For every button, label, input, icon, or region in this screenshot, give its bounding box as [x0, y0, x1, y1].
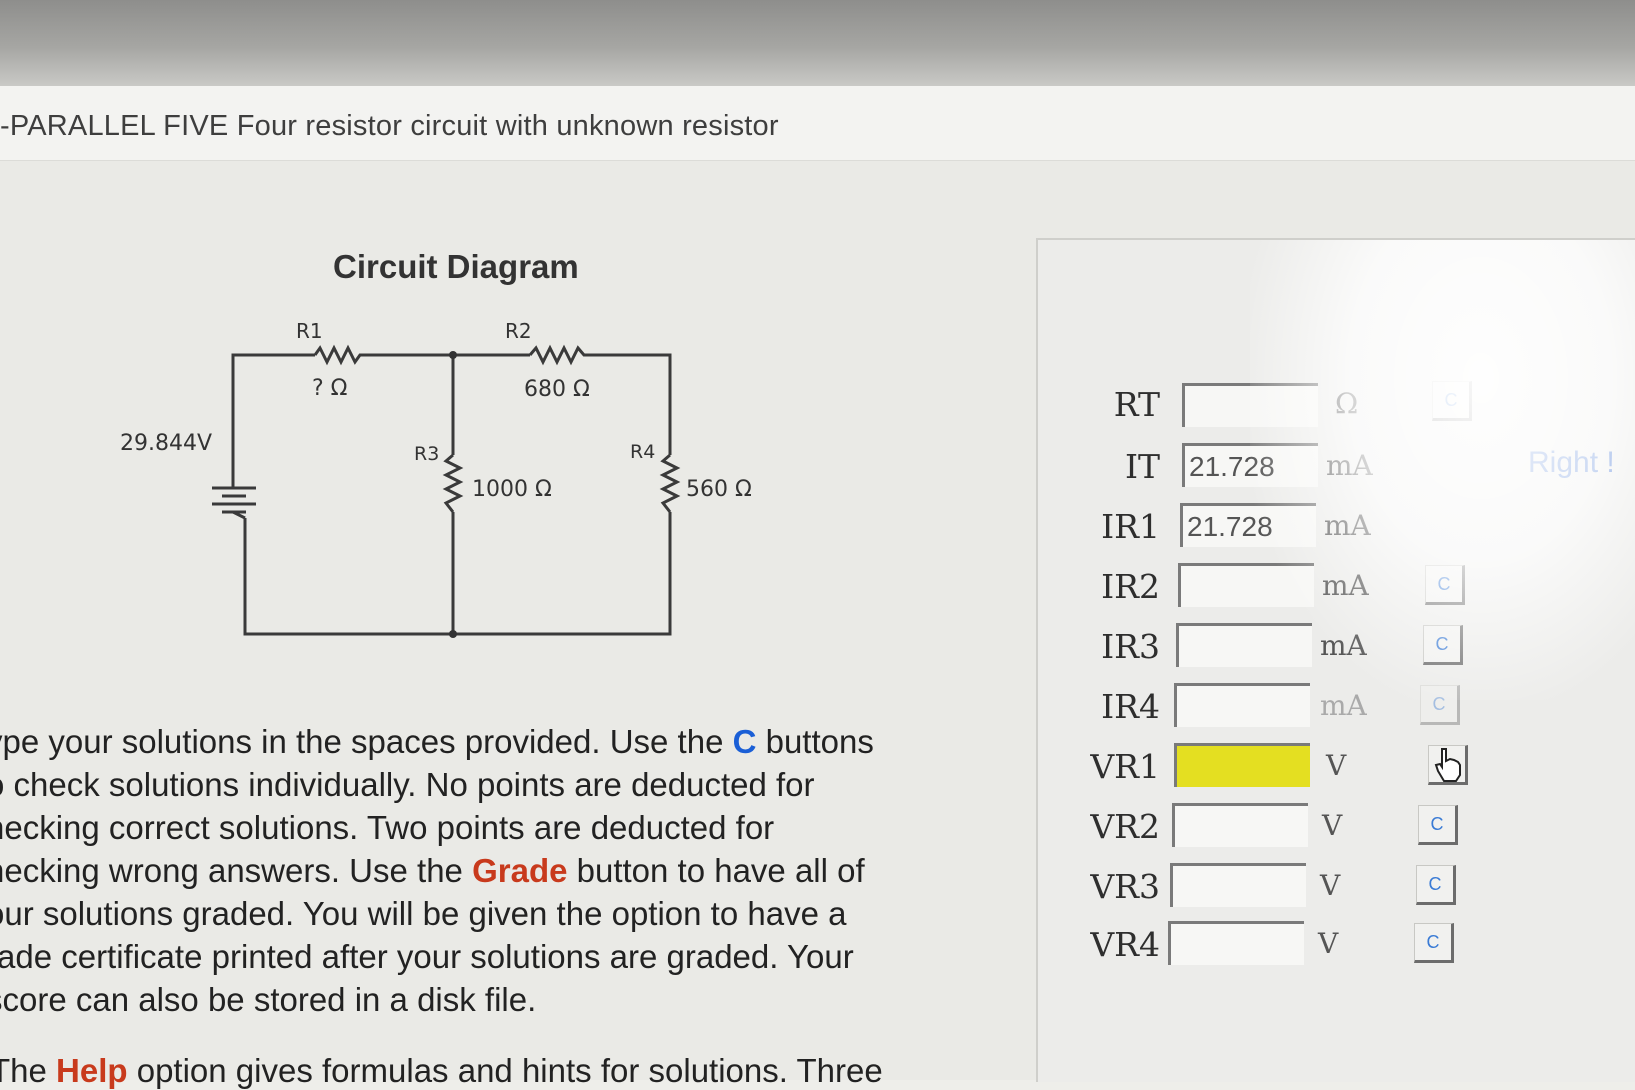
answer-row-ir3: IR3 mA C	[0, 623, 1635, 673]
help-word: Help	[56, 1052, 128, 1089]
help-line-b: option gives formulas and hints for solu…	[127, 1052, 883, 1089]
answer-row-ir4: IR4 mA C	[0, 683, 1635, 733]
check-button-ir3[interactable]: C	[1423, 625, 1463, 665]
unit-label: mA	[1322, 569, 1369, 602]
answer-label: RT	[1113, 385, 1160, 424]
junction-top	[449, 351, 457, 359]
answer-label: VR1	[1090, 747, 1160, 786]
vr2-input[interactable]	[1172, 803, 1308, 847]
it-input[interactable]	[1182, 443, 1318, 487]
unit-label: V	[1322, 809, 1343, 842]
answer-label: IR3	[1101, 627, 1160, 666]
check-button-vr3[interactable]: C	[1416, 865, 1456, 905]
vr1-input[interactable]	[1174, 743, 1310, 787]
check-button-rt[interactable]: C	[1432, 381, 1472, 421]
check-button-vr2[interactable]: C	[1418, 805, 1458, 845]
answer-row-ir2: IR2 mA C	[0, 563, 1635, 613]
instr-line-7: score can also be stored in a disk file.	[0, 981, 537, 1018]
check-button-vr4[interactable]: C	[1414, 923, 1454, 963]
check-button-ir4[interactable]: C	[1420, 685, 1460, 725]
resistor-icon-r2	[528, 344, 590, 366]
help-line-a: The	[0, 1052, 47, 1089]
answer-row-rt: RT Ω C	[0, 381, 1635, 431]
answer-row-vr2: VR2 V C	[0, 803, 1635, 853]
r1-name-label: R1	[296, 319, 323, 343]
answer-label: VR3	[1090, 867, 1160, 906]
resistor-icon-r1	[313, 344, 365, 366]
ir4-input[interactable]	[1174, 683, 1310, 727]
rt-input[interactable]	[1182, 383, 1318, 427]
answer-row-ir1: IR1 mA	[0, 503, 1635, 553]
unit-label: V	[1326, 749, 1347, 782]
unit-label: mA	[1320, 689, 1367, 722]
r2-name-label: R2	[505, 319, 532, 343]
answer-label: IR1	[1101, 507, 1160, 546]
help-line: The Help option gives formulas and hints…	[0, 1052, 883, 1090]
check-button-ir2[interactable]: C	[1425, 565, 1465, 605]
unit-label: mA	[1326, 449, 1373, 482]
monitor-bezel	[0, 0, 1635, 86]
ir3-input[interactable]	[1176, 623, 1312, 667]
unit-label: V	[1320, 869, 1341, 902]
answer-label: IR2	[1101, 567, 1160, 606]
feedback-right-text: Right !	[1528, 446, 1615, 479]
answer-label: VR4	[1090, 925, 1160, 964]
vr4-input[interactable]	[1168, 921, 1304, 965]
answer-row-vr1: VR1 V	[0, 743, 1635, 793]
answer-row-vr3: VR3 V C	[0, 863, 1635, 913]
hand-pointer-icon	[1434, 748, 1461, 782]
unit-label: V	[1318, 927, 1339, 960]
page-title: -PARALLEL FIVE Four resistor circuit wit…	[0, 110, 779, 142]
ir1-input[interactable]	[1180, 503, 1316, 547]
answer-label: IT	[1124, 447, 1160, 486]
answer-row-vr4: VR4 V C	[0, 921, 1635, 971]
unit-label: mA	[1320, 629, 1367, 662]
ir2-input[interactable]	[1178, 563, 1314, 607]
unit-label: Ω	[1335, 387, 1359, 420]
unit-label: mA	[1324, 509, 1371, 542]
answer-row-it: IT mA	[0, 443, 1635, 493]
diagram-title: Circuit Diagram	[333, 248, 579, 285]
vr3-input[interactable]	[1170, 863, 1306, 907]
answer-label: IR4	[1101, 687, 1160, 726]
answer-label: VR2	[1090, 807, 1160, 846]
